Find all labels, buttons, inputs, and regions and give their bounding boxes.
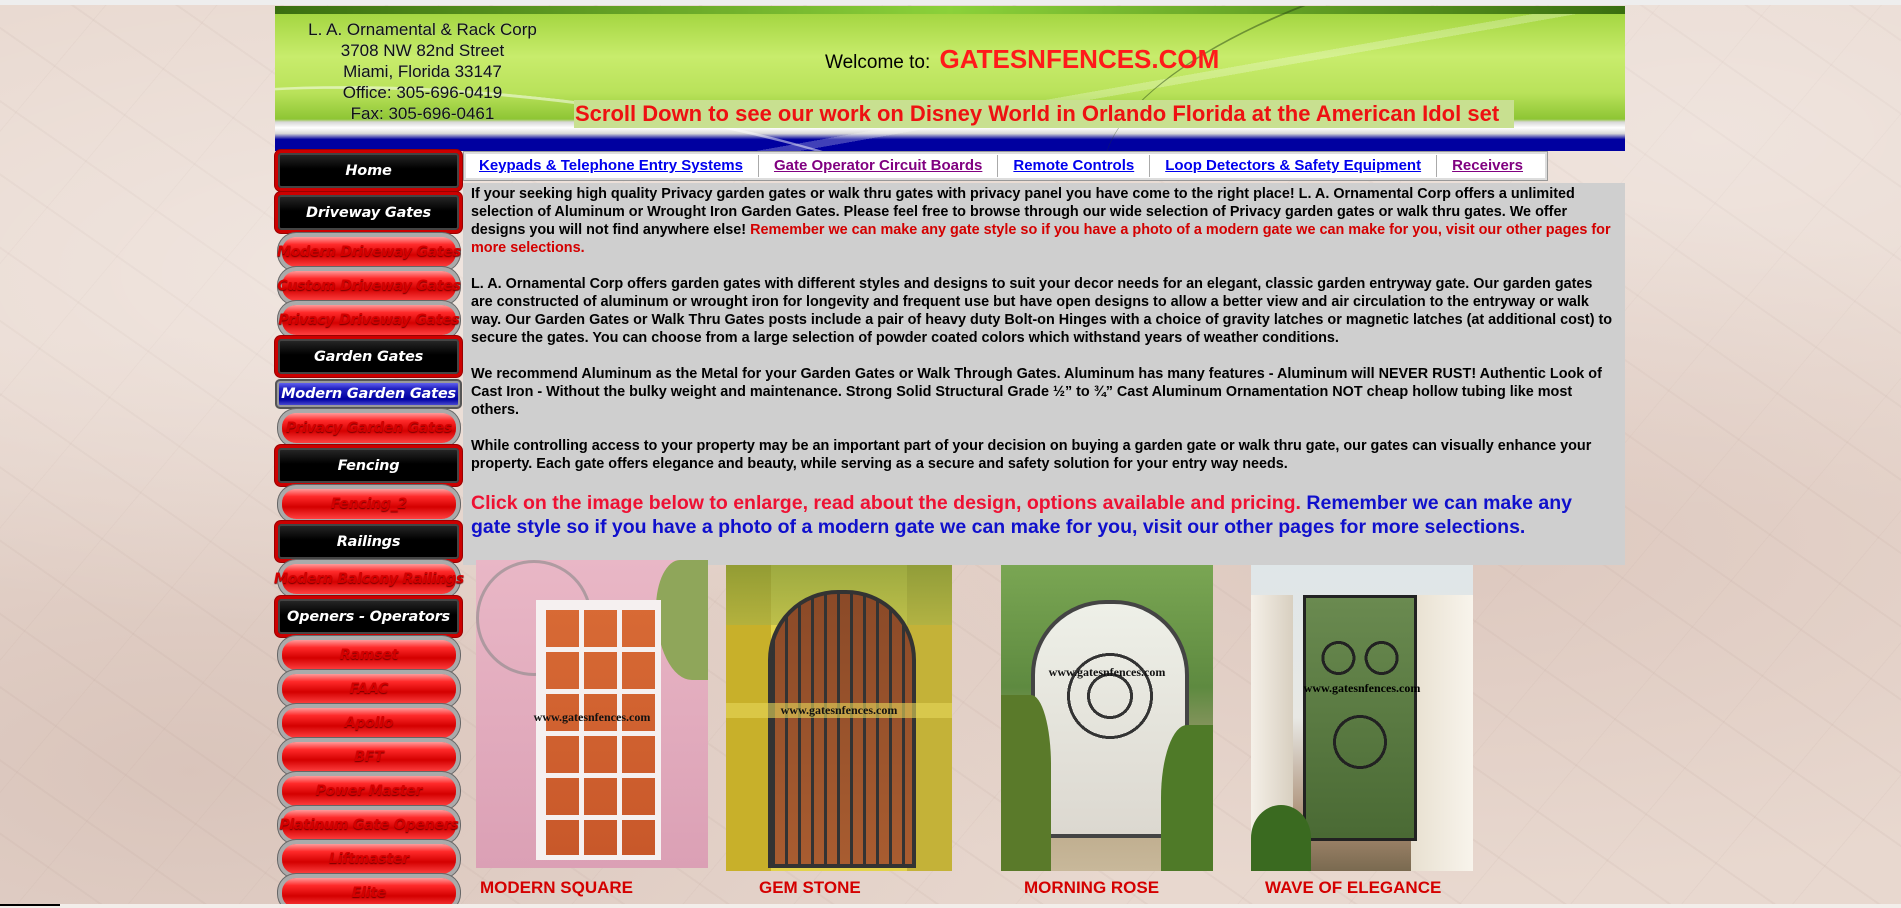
gate-photo-wave-of-elegance[interactable]: www.gatesnfences.com [1251,565,1473,871]
city-state-zip: Miami, Florida 33147 [343,62,502,81]
company-name: L. A. Ornamental & Rack Corp [308,20,537,39]
cta-enlarge-text: Click on the image below to enlarge, rea… [471,492,1307,514]
site-name: GATESNFENCES.COM [939,44,1220,74]
main-content: If your seeking high quality Privacy gar… [463,183,1625,565]
fax-number: Fax: 305-696-0461 [350,104,495,123]
scroll-down-message: Scroll Down to see our work on Disney Wo… [574,100,1515,128]
nav-power-master[interactable]: Power Master [282,776,456,806]
nav-liftmaster[interactable]: Liftmaster [282,844,456,874]
nav-platinum-gate-openers[interactable]: Platinum Gate Openers [279,810,459,840]
intro-paragraph: If your seeking high quality Privacy gar… [471,185,1617,257]
photo-watermark: www.gatesnfences.com [1048,665,1166,679]
gate-photo-morning-rose[interactable]: www.gatesnfences.com [1001,565,1213,871]
tab-remote-controls[interactable]: Remote Controls [998,155,1151,177]
gate-photo-gem-stone[interactable]: www.gatesnfences.com [726,565,952,871]
header-swoosh-decoration [1073,6,1625,151]
caption-gem-stone[interactable]: GEM STONE [759,878,861,898]
nav-privacy-driveway-gates[interactable]: Privacy Driveway Gates [278,305,460,335]
nav-modern-garden-gates[interactable]: Modern Garden Gates [275,379,462,409]
nav-driveway-gates[interactable]: Driveway Gates [275,192,462,233]
nav-fencing-2[interactable]: Fencing_2 [282,489,456,519]
site-header-banner: L. A. Ornamental & Rack Corp 3708 NW 82n… [275,6,1625,151]
bottom-edge-line [0,904,60,906]
tab-receivers[interactable]: Receivers [1437,155,1538,177]
photo-detail [1161,725,1213,871]
street-address: 3708 NW 82nd Street [340,41,505,60]
caption-wave-of-elegance[interactable]: WAVE OF ELEGANCE [1265,878,1441,898]
nav-home[interactable]: Home [275,150,462,191]
top-border [0,0,1901,5]
tab-loop-detectors[interactable]: Loop Detectors & Safety Equipment [1150,155,1438,177]
bottom-border [0,904,1901,908]
company-address: L. A. Ornamental & Rack Corp 3708 NW 82n… [275,19,570,124]
office-phone: Office: 305-696-0419 [342,83,503,102]
styles-paragraph: L. A. Ornamental Corp offers garden gate… [471,276,1613,346]
photo-detail [768,590,916,868]
photo-detail [1251,805,1311,871]
nav-openers-operators[interactable]: Openers - Operators [275,596,462,637]
photo-detail [536,600,661,860]
welcome-line: Welcome to: GATESNFENCES.COM [825,44,1219,75]
welcome-label: Welcome to: [825,52,931,73]
nav-ramset[interactable]: Ramset [282,640,456,670]
nav-modern-driveway-gates[interactable]: Modern Driveway Gates [277,237,461,267]
aluminum-paragraph: We recommend Aluminum as the Metal for y… [471,366,1602,418]
nav-apollo[interactable]: Apollo [282,708,456,738]
photo-detail [1001,695,1051,871]
nav-railings[interactable]: Railings [275,521,462,562]
nav-privacy-garden-gates[interactable]: Privacy Garden Gates [282,413,456,443]
photo-detail [1303,595,1417,841]
photo-watermark: www.gatesnfences.com [1303,681,1421,695]
nav-fencing[interactable]: Fencing [275,445,462,486]
tab-circuit-boards[interactable]: Gate Operator Circuit Boards [759,155,999,177]
accessory-tabs: Keypads & Telephone Entry Systems Gate O… [463,151,1548,181]
gate-gallery: www.gatesnfences.com www.gatesnfences.co… [463,560,1625,904]
call-to-action: Click on the image below to enlarge, rea… [471,491,1617,539]
photo-watermark: www.gatesnfences.com [533,710,651,724]
caption-morning-rose[interactable]: MORNING ROSE [1024,878,1159,898]
gate-photo-modern-square[interactable]: www.gatesnfences.com [476,560,708,868]
photo-detail [1411,595,1473,871]
photo-detail [656,560,708,680]
photo-watermark: www.gatesnfences.com [726,703,952,718]
nav-bft[interactable]: BFT [282,742,456,772]
tab-keypads[interactable]: Keypads & Telephone Entry Systems [464,155,759,177]
nav-custom-driveway-gates[interactable]: Custom Driveway Gates [277,271,461,301]
nav-modern-balcony-railings[interactable]: Modern Balcony Railings [274,564,464,594]
caption-modern-square[interactable]: MODERN SQUARE [480,878,633,898]
nav-faac[interactable]: FAAC [282,674,456,704]
nav-garden-gates[interactable]: Garden Gates [275,336,462,377]
access-paragraph: While controlling access to your propert… [471,438,1592,472]
